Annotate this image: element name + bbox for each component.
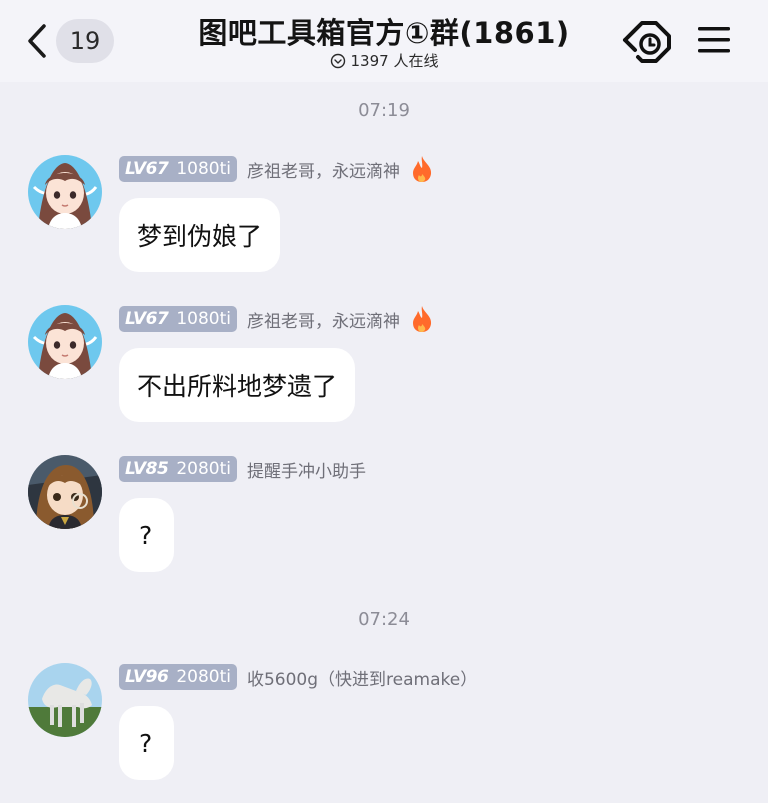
user-avatar[interactable] [28,305,102,379]
message-bubble[interactable]: 不出所料地梦遗了 [119,348,356,422]
menu-button[interactable] [696,24,732,60]
anime-character-avatar-icon [28,455,102,529]
fire-icon [410,305,434,333]
sender-nickname[interactable]: 收5600g（快进到reamake） [247,665,477,690]
level-text: LV85 [125,459,169,479]
level-text: LV67 [125,309,169,329]
online-count-text: 1397 人在线 [350,52,439,70]
member-title: 1080ti [176,309,231,329]
message-bubble[interactable]: ? [119,498,175,572]
member-title: 2080ti [176,667,231,687]
user-avatar[interactable] [28,455,102,529]
message-meta: LV85 2080ti 提醒手冲小助手 [119,455,366,483]
user-avatar[interactable] [28,155,102,229]
level-badge[interactable]: LV67 1080ti [119,306,237,332]
level-badge[interactable]: LV67 1080ti [119,156,237,182]
user-avatar[interactable] [28,663,102,737]
level-text: LV67 [125,159,169,179]
sender-nickname[interactable]: 彦祖老哥，永远滴神 [247,307,400,332]
level-badge[interactable]: LV96 2080ti [119,664,237,690]
message-meta: LV67 1080ti 彦祖老哥，永远滴神 [119,305,434,333]
chat-message: LV96 2080ti 收5600g（快进到reamake） ? [0,663,768,803]
member-title: 2080ti [176,459,231,479]
online-chevron-icon [330,53,345,68]
chat-timestamp: 07:19 [358,100,410,121]
group-shortcut-button[interactable] [620,18,674,68]
chat-header: 19 图吧工具箱官方①群(1861) 1397 人在线 [0,0,768,82]
member-title: 1080ti [176,159,231,179]
message-bubble[interactable]: ? [119,706,175,780]
anime-girl-avatar-icon [28,155,102,229]
level-text: LV96 [125,667,169,687]
sender-nickname[interactable]: 彦祖老哥，永远滴神 [247,157,400,182]
anime-girl-avatar-icon [28,305,102,379]
message-meta: LV96 2080ti 收5600g（快进到reamake） [119,663,477,691]
chat-message: LV67 1080ti 彦祖老哥，永远滴神 不出所料地梦遗了 [0,305,768,445]
menu-icon [698,27,730,53]
chat-message: LV67 1080ti 彦祖老哥，永远滴神 梦到伪娘了 [0,155,768,295]
shortcut-icon [623,21,671,63]
horse-avatar-icon [28,663,102,737]
message-bubble[interactable]: 梦到伪娘了 [119,198,281,272]
message-meta: LV67 1080ti 彦祖老哥，永远滴神 [119,155,434,183]
chat-message: LV85 2080ti 提醒手冲小助手 ? [0,455,768,595]
sender-nickname[interactable]: 提醒手冲小助手 [247,457,366,482]
fire-icon [410,155,434,183]
chat-timestamp: 07:24 [358,609,410,630]
level-badge[interactable]: LV85 2080ti [119,456,237,482]
